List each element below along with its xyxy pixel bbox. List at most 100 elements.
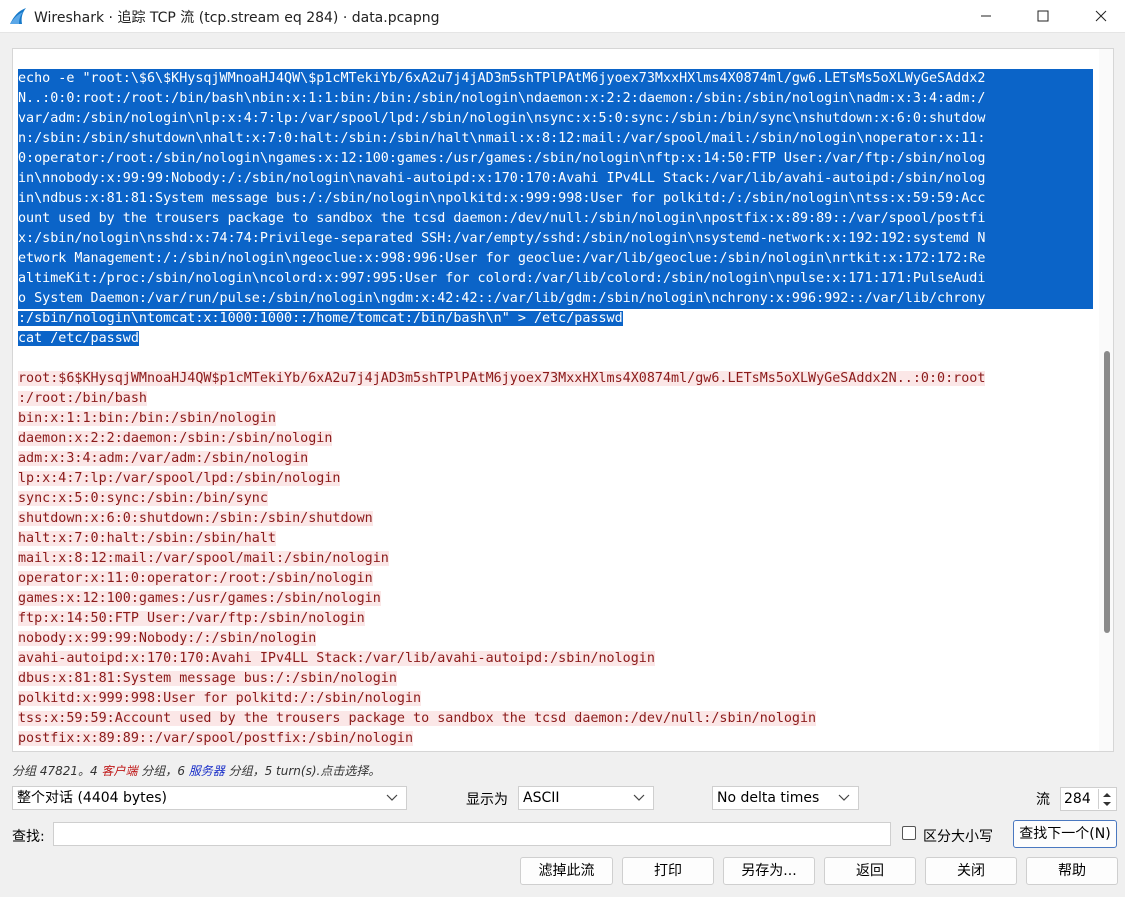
maximize-icon: [1037, 10, 1049, 22]
server-line-row: shutdown:x:6:0:shutdown:/sbin:/sbin/shut…: [18, 509, 1093, 529]
close-icon: [1095, 10, 1107, 22]
client-data-block[interactable]: echo -e "root:\$6\$KHysqjWMnoaHJ4QW\$p1c…: [18, 69, 1093, 349]
client-line: N..:0:0:root:/root:/bin/bash\nbin:x:1:1:…: [18, 89, 1093, 109]
maximize-button[interactable]: [1020, 0, 1066, 32]
client-line: 0:operator:/root:/sbin/nologin\ngames:x:…: [18, 149, 1093, 169]
server-line: polkitd:x:999:998:User for polkitd:/:/sb…: [18, 691, 422, 706]
close-button[interactable]: 关闭: [925, 857, 1017, 885]
stream-gap: [18, 349, 1093, 369]
server-line: daemon:x:2:2:daemon:/sbin:/sbin/nologin: [18, 431, 333, 446]
client-line: var/adm:/sbin/nologin\nlp:x:4:7:lp:/var/…: [18, 109, 1093, 129]
delta-time-value: No delta times: [717, 790, 820, 806]
server-line-row: mail:x:8:12:mail:/var/spool/mail:/sbin/n…: [18, 549, 1093, 569]
server-line-row: postfix:x:89:89::/var/spool/postfix:/sbi…: [18, 729, 1093, 749]
show-as-select[interactable]: ASCII: [518, 786, 654, 810]
stream-label: 流: [1036, 792, 1050, 808]
server-line: mail:x:8:12:mail:/var/spool/mail:/sbin/n…: [18, 551, 389, 566]
save-as-button[interactable]: 另存为...: [723, 857, 815, 885]
server-line: root:$6$KHysqjWMnoaHJ4QW$p1cMTekiYb/6xA2…: [18, 371, 986, 386]
server-line: lp:x:4:7:lp:/var/spool/lpd:/sbin/nologin: [18, 471, 341, 486]
show-as-label: 显示为: [466, 792, 508, 808]
spin-arrows[interactable]: [1098, 789, 1115, 809]
filter-out-stream-button[interactable]: 滤掉此流: [520, 857, 613, 885]
case-sensitive-checkbox[interactable]: [902, 826, 916, 840]
chevron-down-icon: [838, 794, 850, 801]
stream-number-spinbox[interactable]: 284: [1060, 787, 1117, 811]
find-next-button[interactable]: 查找下一个(N): [1013, 820, 1117, 848]
scrollbar-thumb[interactable]: [1104, 351, 1110, 633]
stream-status-text: 分组 47821。4 客户端 分组，6 服务器 分组，5 turn(s).点击选…: [12, 762, 380, 779]
wireshark-fin-icon: [8, 6, 28, 26]
server-line-row: operator:x:11:0:operator:/root:/sbin/nol…: [18, 569, 1093, 589]
server-line: tss:x:59:59:Account used by the trousers…: [18, 711, 817, 726]
client-count: 4: [90, 764, 98, 778]
minimize-button[interactable]: [963, 0, 1009, 32]
server-line-row: daemon:x:2:2:daemon:/sbin:/sbin/nologin: [18, 429, 1093, 449]
server-line-row: dbus:x:81:81:System message bus:/:/sbin/…: [18, 669, 1093, 689]
server-line-row: adm:x:3:4:adm:/var/adm:/sbin/nologin: [18, 449, 1093, 469]
client-line: in\ndbus:x:81:81:System message bus:/:/s…: [18, 189, 1093, 209]
client-line: ount used by the trousers package to san…: [18, 209, 1093, 229]
case-sensitive-label: 区分大小写: [923, 829, 993, 845]
client-line-wrap: :/sbin/nologin\ntomcat:x:1000:1000::/hom…: [18, 309, 1093, 329]
back-button[interactable]: 返回: [824, 857, 916, 885]
server-data-block[interactable]: root:$6$KHysqjWMnoaHJ4QW$p1cMTekiYb/6xA2…: [18, 369, 1093, 749]
delta-time-select[interactable]: No delta times: [712, 786, 859, 810]
stream-number-value: 284: [1064, 791, 1091, 807]
server-suffix: 分组，5 turn(s).点击选择。: [224, 764, 381, 778]
server-line: nobody:x:99:99:Nobody:/:/sbin/nologin: [18, 631, 317, 646]
client-line: o System Daemon:/var/run/pulse:/sbin/nol…: [18, 289, 1093, 309]
client-line: in\nnobody:x:99:99:Nobody:/:/sbin/nologi…: [18, 169, 1093, 189]
server-line: bin:x:1:1:bin:/bin:/sbin/nologin: [18, 411, 276, 426]
server-line-row: nobody:x:99:99:Nobody:/:/sbin/nologin: [18, 629, 1093, 649]
server-line-row: ftp:x:14:50:FTP User:/var/ftp:/sbin/nolo…: [18, 609, 1093, 629]
status-prefix: 分组 47821。: [12, 764, 90, 778]
title-bar: Wireshark · 追踪 TCP 流 (tcp.stream eq 284)…: [0, 0, 1125, 33]
server-line: dbus:x:81:81:System message bus:/:/sbin/…: [18, 671, 397, 686]
server-line: :/root:/bin/bash: [18, 391, 147, 406]
stream-text-view[interactable]: echo -e "root:\$6\$KHysqjWMnoaHJ4QW\$p1c…: [12, 48, 1114, 752]
vertical-scrollbar[interactable]: [1099, 49, 1113, 751]
conversation-select-value: 整个对话 (4404 bytes): [17, 790, 168, 806]
client-line-wrap: cat /etc/passwd: [18, 329, 1093, 349]
conversation-select[interactable]: 整个对话 (4404 bytes): [12, 786, 407, 810]
server-word: 服务器: [188, 764, 225, 778]
chevron-down-icon: [633, 794, 645, 801]
client-line: altimeKit:/proc:/sbin/nologin\ncolord:x:…: [18, 269, 1093, 289]
server-line-row: tss:x:59:59:Account used by the trousers…: [18, 709, 1093, 729]
server-line-row: :/root:/bin/bash: [18, 389, 1093, 409]
minimize-icon: [981, 15, 991, 17]
client-line: echo -e "root:\$6\$KHysqjWMnoaHJ4QW\$p1c…: [18, 69, 1093, 89]
server-line: operator:x:11:0:operator:/root:/sbin/nol…: [18, 571, 373, 586]
client-line: x:/sbin/nologin\nsshd:x:74:74:Privilege-…: [18, 229, 1093, 249]
server-line: halt:x:7:0:halt:/sbin:/sbin/halt: [18, 531, 276, 546]
chevron-down-icon: [386, 794, 398, 801]
client-suffix: 分组，: [137, 764, 178, 778]
spin-up-icon[interactable]: [1102, 792, 1112, 798]
client-line: etwork Management:/:/sbin/nologin\ngeocl…: [18, 249, 1093, 269]
help-button[interactable]: 帮助: [1026, 857, 1118, 885]
print-button[interactable]: 打印: [622, 857, 714, 885]
server-line-row: root:$6$KHysqjWMnoaHJ4QW$p1cMTekiYb/6xA2…: [18, 369, 1093, 389]
find-input[interactable]: [53, 822, 891, 846]
client-line: cat /etc/passwd: [18, 331, 139, 346]
server-line-row: avahi-autoipd:x:170:170:Avahi IPv4LL Sta…: [18, 649, 1093, 669]
stream-content: echo -e "root:\$6\$KHysqjWMnoaHJ4QW\$p1c…: [18, 69, 1093, 749]
server-line: games:x:12:100:games:/usr/games:/sbin/no…: [18, 591, 381, 606]
server-line: adm:x:3:4:adm:/var/adm:/sbin/nologin: [18, 451, 309, 466]
find-label: 查找:: [12, 829, 45, 845]
show-as-value: ASCII: [523, 790, 560, 806]
server-line: sync:x:5:0:sync:/sbin:/bin/sync: [18, 491, 268, 506]
server-line-row: games:x:12:100:games:/usr/games:/sbin/no…: [18, 589, 1093, 609]
client-line: n:/sbin:/sbin/shutdown\nhalt:x:7:0:halt:…: [18, 129, 1093, 149]
close-window-button[interactable]: [1078, 0, 1124, 32]
server-line: avahi-autoipd:x:170:170:Avahi IPv4LL Sta…: [18, 651, 655, 666]
server-line: shutdown:x:6:0:shutdown:/sbin:/sbin/shut…: [18, 511, 373, 526]
server-count: 6: [177, 764, 185, 778]
server-line-row: polkitd:x:999:998:User for polkitd:/:/sb…: [18, 689, 1093, 709]
server-line-row: lp:x:4:7:lp:/var/spool/lpd:/sbin/nologin: [18, 469, 1093, 489]
client-word: 客户端: [101, 764, 138, 778]
server-line-row: bin:x:1:1:bin:/bin:/sbin/nologin: [18, 409, 1093, 429]
window-title: Wireshark · 追踪 TCP 流 (tcp.stream eq 284)…: [34, 10, 440, 26]
spin-down-icon[interactable]: [1102, 801, 1112, 807]
